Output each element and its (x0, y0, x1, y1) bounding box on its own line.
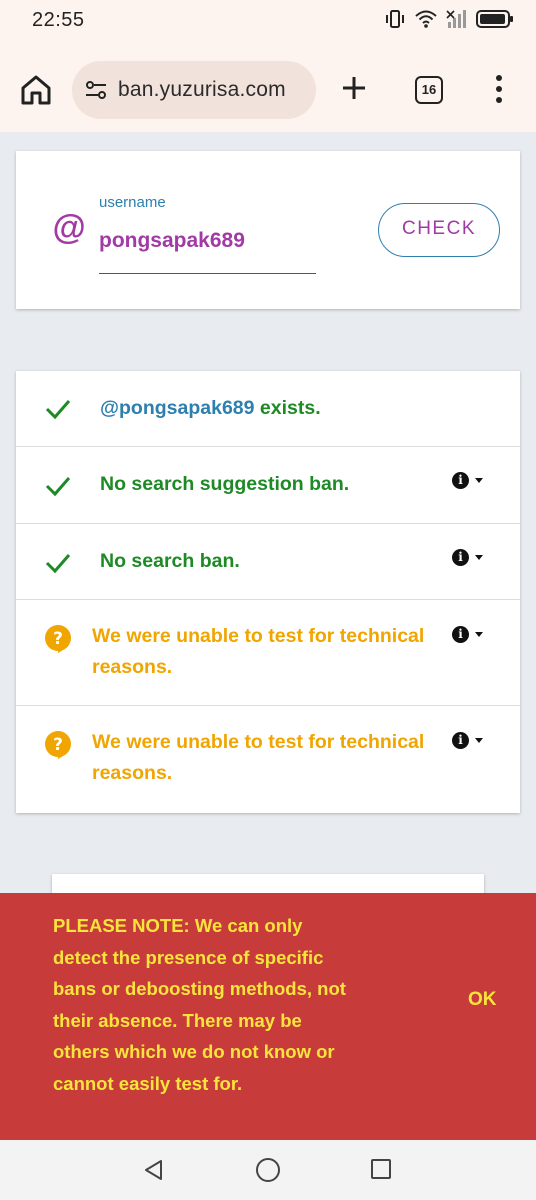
battery-icon (476, 10, 513, 28)
address-bar[interactable]: ban.yuzurisa.com (72, 61, 316, 119)
results-card: @pongsapak689 exists. No search suggesti… (16, 371, 520, 813)
result-row: No search suggestion ban. i (16, 447, 520, 524)
ok-button[interactable]: OK (468, 989, 497, 1011)
url-text: ban.yuzurisa.com (118, 78, 286, 101)
result-text: We were unable to test for technical rea… (92, 731, 425, 784)
new-tab-icon[interactable] (338, 72, 370, 104)
question-icon: ? (45, 731, 71, 759)
check-icon (45, 400, 71, 420)
browser-toolbar: ban.yuzurisa.com 16 (0, 42, 536, 132)
result-text: We were unable to test for technical rea… (92, 625, 425, 678)
caret-down-icon (475, 478, 483, 483)
username-link[interactable]: @pongsapak689 (100, 397, 255, 419)
result-text: @pongsapak689 exists. (100, 393, 321, 424)
system-nav-bar (0, 1140, 536, 1200)
result-row: ? We were unable to test for technical r… (16, 600, 520, 706)
svg-text:?: ? (53, 735, 63, 755)
username-form-card: @ username pongsapak689 CHECK (16, 151, 520, 309)
wifi-icon (415, 10, 437, 28)
at-icon: @ (52, 209, 86, 247)
result-text: No search ban. (100, 550, 240, 572)
username-input[interactable]: pongsapak689 (99, 229, 245, 253)
info-icon: i (452, 549, 469, 566)
status-icons (384, 8, 514, 30)
caret-down-icon (475, 632, 483, 637)
notice-snackbar: PLEASE NOTE: We can only detect the pres… (0, 893, 536, 1140)
info-toggle[interactable]: i (452, 472, 483, 489)
username-label: username (99, 194, 166, 211)
caret-down-icon (475, 555, 483, 560)
result-row: @pongsapak689 exists. (16, 371, 520, 447)
status-time: 22:55 (32, 9, 85, 31)
more-menu-icon[interactable] (492, 74, 506, 104)
recents-icon[interactable] (371, 1159, 391, 1179)
result-row: ? We were unable to test for technical r… (16, 706, 520, 813)
home-icon[interactable] (18, 72, 54, 108)
info-icon: i (452, 472, 469, 489)
svg-text:?: ? (53, 629, 63, 649)
result-text: No search suggestion ban. (100, 473, 350, 495)
info-toggle[interactable]: i (452, 626, 483, 643)
info-icon: i (452, 732, 469, 749)
check-icon (45, 477, 71, 497)
info-icon: i (452, 626, 469, 643)
notice-text: PLEASE NOTE: We can only detect the pres… (53, 915, 346, 1094)
site-settings-icon[interactable] (84, 78, 108, 102)
info-toggle[interactable]: i (452, 549, 483, 566)
question-icon: ? (45, 625, 71, 653)
check-button[interactable]: CHECK (378, 203, 500, 257)
result-row: No search ban. i (16, 524, 520, 600)
status-bar: 22:55 (0, 0, 536, 42)
info-toggle[interactable]: i (452, 732, 483, 749)
signal-icon (446, 10, 466, 28)
home-nav-icon[interactable] (256, 1158, 280, 1182)
back-icon[interactable] (142, 1158, 164, 1182)
caret-down-icon (475, 738, 483, 743)
tab-switcher-button[interactable]: 16 (415, 76, 443, 104)
check-icon (45, 554, 71, 574)
vibrate-icon (386, 10, 404, 28)
result-suffix: exists. (254, 397, 321, 419)
input-underline (99, 273, 316, 274)
